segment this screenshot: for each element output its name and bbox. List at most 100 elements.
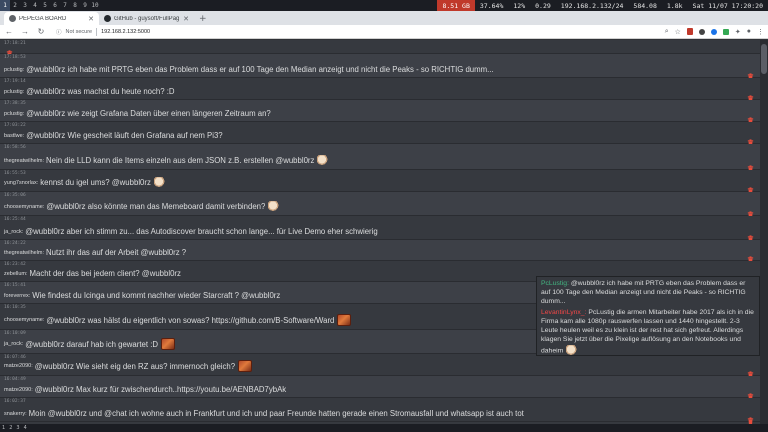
extension-icon[interactable] xyxy=(698,28,705,35)
message-timestamp: 16:35:06 xyxy=(4,193,26,198)
tab-close-icon[interactable]: ✕ xyxy=(183,15,189,23)
message-content: thegreatwilhelm: Nein die LLD kann die It… xyxy=(4,155,329,166)
system-indicator: 0.29 xyxy=(530,0,556,11)
extensions-puzzle-icon[interactable]: ✦ xyxy=(735,28,741,36)
workspace-button[interactable]: 6 xyxy=(50,0,60,11)
menu-kebab-icon[interactable]: ⋮ xyxy=(757,28,764,36)
page-scrollbar[interactable] xyxy=(760,40,768,432)
system-indicator: Sat 11/07 17:20:20 xyxy=(688,0,768,11)
message-content: matze2090: @wubbl0rz Wie sieht eig den RZ… xyxy=(4,360,253,372)
message-username: zebellum: xyxy=(4,270,28,277)
bottom-workspace-button[interactable]: 4 xyxy=(24,425,27,431)
zoom-icon[interactable]: ⌕ xyxy=(665,28,669,36)
message-text: @wubbl0rz aber ich stimm zu... das Autod… xyxy=(25,227,378,236)
message-text: Macht der das bei jedem client? @wubbl0r… xyxy=(29,269,181,278)
chat-overlay-popup: PcLustig: @wubbl0rz ich habe mit PRTG eb… xyxy=(536,276,760,356)
delete-trash-icon[interactable] xyxy=(747,249,754,264)
message-timestamp: 16:23:42 xyxy=(4,262,26,267)
message-text: @wubbl0rz was hälst du eigentlich von so… xyxy=(46,315,335,325)
popup-message: PcLustig: @wubbl0rz ich habe mit PRTG eb… xyxy=(541,280,755,306)
tab-pepega-board[interactable]: PEPEGA BOARD ✕ xyxy=(4,12,99,25)
message-content: ja_rock: @wubbl0rz darauf hab ich gewarte… xyxy=(4,338,175,350)
message-text: @wubbl0rz also könnte man das Memeboard … xyxy=(46,202,266,211)
system-indicator: 1.8k xyxy=(662,0,688,11)
system-indicator: 192.168.2.132/24 xyxy=(556,0,629,11)
workspace-button[interactable]: 2 xyxy=(10,0,20,11)
message-content: choosemyname: @wubbl0rz was hälst du eige… xyxy=(4,314,352,326)
address-bar[interactable]: ⓘ Not secure 192.168.2.132:5000 xyxy=(52,27,659,37)
message-content: zebellum: Macht der das bei jedem client?… xyxy=(4,269,181,278)
message-timestamp: 16:04:49 xyxy=(4,377,26,382)
delete-trash-icon[interactable] xyxy=(747,88,754,103)
tab-close-icon[interactable]: ✕ xyxy=(88,15,94,23)
workspace-button[interactable]: 10 xyxy=(90,0,100,11)
github-favicon-icon xyxy=(104,15,111,22)
tab-github[interactable]: GitHub - guysoft/FullPag ✕ xyxy=(99,12,194,25)
url-text[interactable]: 192.168.2.132:5000 xyxy=(101,29,150,35)
workspace-button[interactable]: 1 xyxy=(0,0,10,11)
system-indicator: 12% xyxy=(508,0,530,11)
message-username: matze2090: xyxy=(4,363,33,369)
browser-tab-bar: PEPEGA BOARD ✕ GitHub - guysoft/FullPag … xyxy=(0,11,768,25)
workspace-button[interactable]: 8 xyxy=(70,0,80,11)
message-content: thegreatwilhelm: Nutzt ihr das auf der Ar… xyxy=(4,248,186,257)
delete-trash-icon[interactable] xyxy=(747,364,754,379)
workspace-button[interactable]: 7 xyxy=(60,0,70,11)
message-text: @wubbl0rz ich habe mit PRTG eben das Pro… xyxy=(26,65,494,74)
workspace-button[interactable]: 4 xyxy=(30,0,40,11)
delete-trash-icon[interactable] xyxy=(6,43,13,58)
delete-trash-icon[interactable] xyxy=(747,204,754,219)
delete-trash-icon[interactable] xyxy=(747,386,754,401)
delete-trash-icon[interactable] xyxy=(747,158,754,173)
message-timestamp: 16:02:37 xyxy=(4,399,26,404)
message-content: pclustig: @wubbl0rz ich habe mit PRTG ebe… xyxy=(4,65,494,74)
reload-button[interactable]: ↻ xyxy=(36,27,46,36)
message-username: snakerry: xyxy=(4,410,27,417)
message-username: ja_rock: xyxy=(4,341,24,347)
message-row: 17:38:35 pclustig: @wubbl0rz wie zeigt Gra… xyxy=(0,100,760,125)
message-timestamp: 16:58:56 xyxy=(4,145,26,150)
tab-title: PEPEGA BOARD xyxy=(19,15,67,22)
workspace-button[interactable]: 5 xyxy=(40,0,50,11)
bottom-workspace-button[interactable]: 2 xyxy=(9,425,12,431)
message-text: @wubbl0rz wie zeigt Grafana Daten über e… xyxy=(26,109,271,118)
message-row: 17:03:22 bastlwe: @wubbl0rz Wie gescheit l… xyxy=(0,122,760,147)
delete-trash-icon[interactable] xyxy=(747,228,754,243)
delete-trash-icon[interactable] xyxy=(747,410,754,425)
workspace-button[interactable]: 3 xyxy=(20,0,30,11)
back-button[interactable]: ← xyxy=(4,27,14,36)
workspace-button[interactable]: 9 xyxy=(80,0,90,11)
extension-icon[interactable] xyxy=(722,28,729,35)
delete-trash-icon[interactable] xyxy=(747,66,754,81)
forward-button[interactable]: → xyxy=(20,27,30,36)
message-timestamp: 17:03:22 xyxy=(4,123,26,128)
extension-shield-icon[interactable] xyxy=(686,28,693,35)
message-text: @wubbl0rz Wie gescheit läuft den Grafana… xyxy=(26,131,223,140)
bottom-workspace-button[interactable]: 3 xyxy=(16,425,19,431)
message-content: bastlwe: @wubbl0rz Wie gescheit läuft den… xyxy=(4,131,223,140)
bottom-workspace-strip: 1234 xyxy=(0,424,768,432)
message-text: Nutzt ihr das auf der Arbeit @wubbl0rz ? xyxy=(46,248,187,257)
message-username: pclustig: xyxy=(4,110,25,117)
bookmark-star-icon[interactable]: ☆ xyxy=(675,28,681,36)
emote-face-icon xyxy=(566,344,578,356)
message-timestamp: 16:15:41 xyxy=(4,283,26,288)
delete-trash-icon[interactable] xyxy=(747,180,754,195)
message-content: pclustig: @wubbl0rz was machst du heute n… xyxy=(4,87,175,96)
message-row: 16:58:56 thegreatwilhelm: Nein die LLD kan… xyxy=(0,144,760,173)
info-icon[interactable]: ⓘ xyxy=(56,28,62,36)
message-username: ja_rock: xyxy=(4,228,24,235)
profile-avatar-icon[interactable]: ● xyxy=(747,28,751,35)
message-text: Moin @wubbl0rz und @chat ich wohne auch … xyxy=(28,409,524,418)
message-username: pclustig: xyxy=(4,66,25,73)
message-board: 17:18:21 17:18:53 pclustig: @wubbl0rz ich h… xyxy=(0,40,768,432)
system-indicator-label: Sat 11/07 17:20:20 xyxy=(692,1,763,10)
delete-trash-icon[interactable] xyxy=(747,132,754,147)
scrollbar-thumb[interactable] xyxy=(761,44,767,74)
delete-trash-icon[interactable] xyxy=(747,110,754,125)
new-tab-button[interactable]: + xyxy=(194,12,212,25)
message-row: 16:35:06 choosemyname: @wubbl0rz also könn… xyxy=(0,192,760,219)
extension-icon[interactable] xyxy=(710,28,717,35)
message-text: @wubbl0rz Max kurz für zwischendurch..ht… xyxy=(34,385,287,394)
bottom-workspace-button[interactable]: 1 xyxy=(2,425,5,431)
